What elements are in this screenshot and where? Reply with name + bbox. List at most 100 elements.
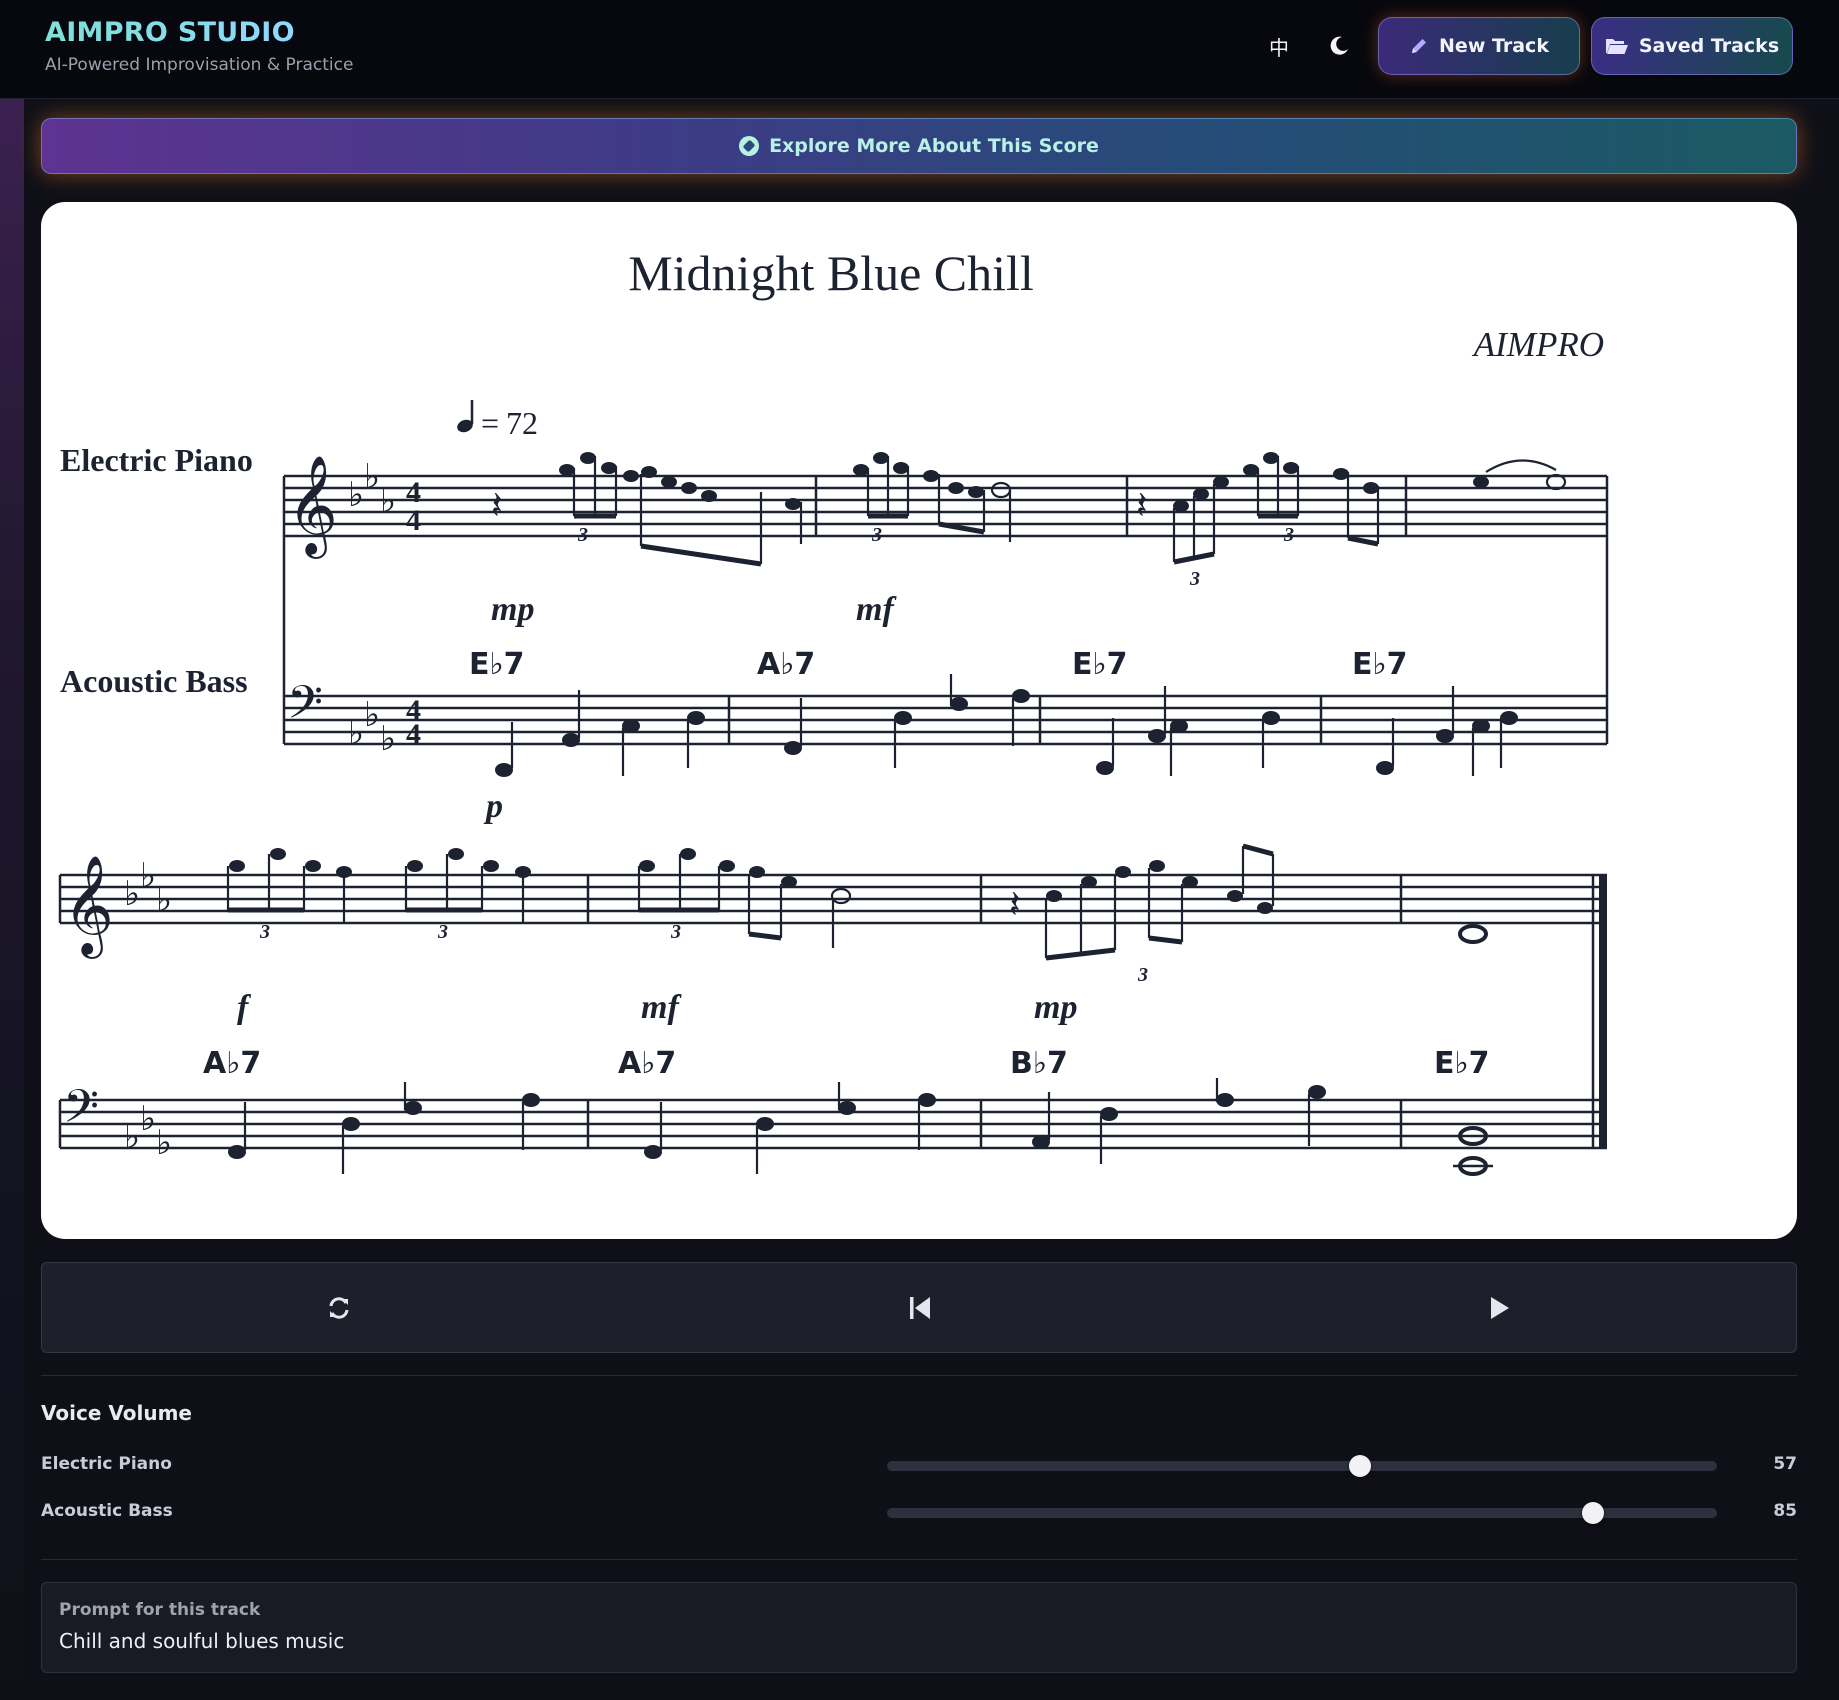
svg-text:3: 3 [437, 921, 448, 943]
svg-text:3: 3 [1137, 964, 1148, 986]
slider-thumb[interactable] [1581, 1502, 1604, 1524]
svg-text:3: 3 [577, 524, 588, 546]
svg-text:♭: ♭ [380, 483, 396, 520]
svg-text:♭: ♭ [348, 715, 364, 752]
piano-notes-2: 𝄽 [226, 843, 1488, 961]
instrument-name-bass: Acoustic Bass [60, 663, 248, 699]
new-track-button[interactable]: New Track [1378, 17, 1580, 75]
key-signature-bass-2: ♭ ♭♭ [124, 1101, 172, 1162]
volume-label: Electric Piano [41, 1454, 172, 1474]
dynamic-marking: f [237, 989, 252, 1026]
svg-text:♭: ♭ [140, 858, 156, 895]
compass-icon [739, 136, 760, 156]
track-prompt: Prompt for this track Chill and soulful … [41, 1582, 1797, 1673]
volume-row-piano: Electric Piano 57 [41, 1450, 1797, 1480]
playback-controls [41, 1262, 1797, 1353]
pencil-icon [1412, 39, 1427, 53]
score-title: Midnight Blue Chill [628, 245, 1034, 301]
app-subtitle: AI-Powered Improvisation & Practice [45, 55, 354, 75]
prompt-text: Chill and soulful blues music [59, 1629, 345, 1653]
volume-slider-bass[interactable] [887, 1502, 1717, 1524]
sheet-music: Midnight Blue Chill AIMPRO = 72 Electric… [41, 202, 1797, 1239]
section-divider [41, 1375, 1797, 1376]
svg-text:3: 3 [871, 524, 882, 546]
section-divider [41, 1559, 1797, 1560]
svg-text:♭: ♭ [364, 459, 380, 496]
chord-symbol: E♭7 [1434, 1046, 1490, 1081]
chord-symbol: A♭7 [757, 647, 815, 682]
volume-value: 85 [1773, 1501, 1797, 1521]
piano-notes-1: 𝄽 𝄽 [491, 452, 1567, 567]
time-signature-piano: 44 [406, 476, 421, 537]
treble-clef-icon: 𝄞 [287, 456, 338, 559]
bass-notes-2 [228, 1078, 1493, 1176]
language-toggle[interactable]: 中 [1259, 28, 1299, 64]
app-header: AIMPRO STUDIO AI-Powered Improvisation &… [0, 0, 1839, 99]
new-track-label: New Track [1439, 35, 1549, 57]
loop-button[interactable] [321, 1290, 357, 1326]
bass-staff-1 [284, 694, 1607, 746]
volume-slider-piano[interactable] [887, 1455, 1717, 1477]
saved-tracks-label: Saved Tracks [1638, 35, 1780, 57]
folder-open-icon [1605, 39, 1628, 54]
svg-text:♭: ♭ [380, 721, 396, 758]
restart-button[interactable] [902, 1290, 938, 1326]
score-composer: AIMPRO [1472, 325, 1604, 364]
dynamic-marking: mf [641, 989, 682, 1026]
svg-text:3: 3 [1283, 524, 1294, 546]
svg-text:♭: ♭ [364, 697, 380, 734]
svg-text:♭: ♭ [156, 1125, 172, 1162]
skip-back-icon [910, 1297, 930, 1319]
treble-clef-icon: 𝄞 [63, 856, 114, 959]
bass-clef-icon: 𝄢 [287, 678, 323, 740]
saved-tracks-button[interactable]: Saved Tracks [1591, 17, 1793, 75]
svg-text:♭: ♭ [140, 1101, 156, 1138]
volume-label: Acoustic Bass [41, 1501, 173, 1521]
explore-label: Explore More About This Score [769, 135, 1099, 157]
bass-notes-1 [495, 674, 1518, 777]
volume-row-bass: Acoustic Bass 85 [41, 1497, 1797, 1527]
chord-symbol: E♭7 [1352, 647, 1408, 682]
tempo-equals: = [481, 405, 499, 441]
play-button[interactable] [1481, 1290, 1517, 1326]
chord-symbol: B♭7 [1010, 1046, 1068, 1081]
svg-text:♭: ♭ [124, 1119, 140, 1156]
theme-toggle[interactable] [1319, 28, 1359, 64]
svg-text:♭: ♭ [124, 876, 140, 913]
bass-staff-2 [60, 1098, 1607, 1150]
app-title: AIMPRO STUDIO [45, 17, 295, 48]
voice-volume-title: Voice Volume [41, 1401, 192, 1425]
volume-value: 57 [1773, 1454, 1797, 1474]
tempo-value: 72 [506, 405, 538, 441]
time-signature-bass: 44 [406, 694, 421, 751]
chord-symbol: A♭7 [203, 1046, 261, 1081]
svg-text:3: 3 [670, 921, 681, 943]
score-svg: Midnight Blue Chill AIMPRO = 72 Electric… [58, 245, 1609, 1176]
svg-text:4: 4 [406, 504, 421, 537]
svg-text:𝄽: 𝄽 [491, 485, 503, 527]
svg-text:♭: ♭ [348, 477, 364, 514]
dynamic-marking: mf [856, 591, 897, 628]
key-signature-bass-1: ♭ ♭♭ [348, 697, 396, 758]
explore-score-button[interactable]: Explore More About This Score [41, 118, 1797, 174]
svg-text:𝄽: 𝄽 [1009, 884, 1021, 926]
moon-icon [1330, 36, 1348, 55]
svg-text:𝄽: 𝄽 [1136, 485, 1148, 527]
prompt-label: Prompt for this track [59, 1600, 261, 1620]
play-icon [1491, 1297, 1509, 1319]
chord-symbol: E♭7 [469, 647, 525, 682]
instrument-name-piano: Electric Piano [60, 442, 253, 478]
slider-thumb[interactable] [1349, 1455, 1372, 1477]
dynamic-marking: p [483, 788, 503, 825]
loop-icon [329, 1297, 349, 1319]
barlines-1 [282, 476, 1609, 744]
chord-symbol: E♭7 [1072, 647, 1128, 682]
dynamic-marking: mp [491, 591, 534, 628]
svg-text:4: 4 [406, 718, 421, 751]
svg-text:♭: ♭ [156, 882, 172, 919]
side-glow [0, 99, 24, 1700]
svg-text:3: 3 [259, 921, 270, 943]
dynamic-marking: mp [1034, 989, 1077, 1026]
language-toggle-label: 中 [1269, 35, 1289, 60]
barlines-2 [58, 875, 1607, 1148]
